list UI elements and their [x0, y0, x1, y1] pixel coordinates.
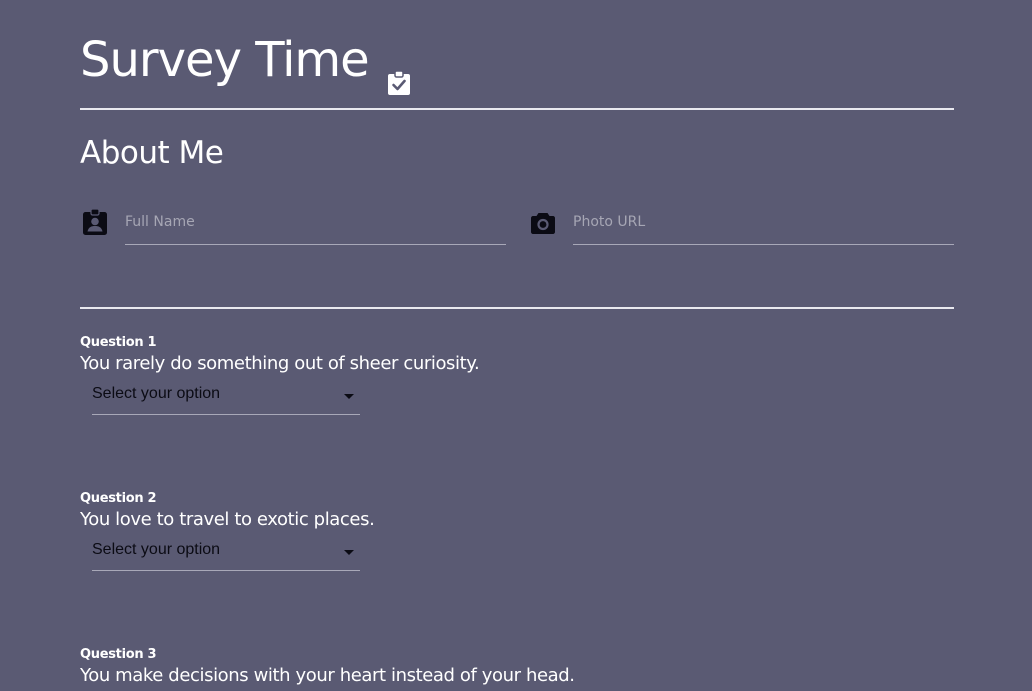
question-text: You love to travel to exotic places. — [80, 509, 375, 530]
question-text: You make decisions with your heart inste… — [80, 665, 575, 686]
question-text: You rarely do something out of sheer cur… — [80, 353, 480, 374]
chevron-down-icon — [344, 550, 354, 555]
photo-url-field — [528, 206, 954, 246]
badge-person-icon — [82, 208, 108, 236]
section-title-about: About Me — [80, 135, 224, 171]
question-label: Question 2 — [80, 491, 157, 506]
page-title: Survey Time — [80, 28, 411, 95]
question-block: Question 2 You love to travel to exotic … — [80, 490, 954, 571]
photo-url-input-wrap — [573, 206, 954, 245]
photo-url-input[interactable] — [573, 206, 954, 238]
question-1-select[interactable]: Select your option — [92, 380, 360, 415]
question-2-select[interactable]: Select your option — [92, 536, 360, 571]
full-name-field — [80, 206, 506, 246]
full-name-input[interactable] — [125, 206, 506, 238]
page-title-text: Survey Time — [80, 32, 370, 88]
question-block: Question 3 You make decisions with your … — [80, 646, 954, 688]
question-block: Question 1 You rarely do something out o… — [80, 334, 954, 415]
full-name-input-wrap — [125, 206, 506, 245]
section-divider — [80, 307, 954, 309]
question-label: Question 1 — [80, 335, 157, 350]
clipboard-check-icon — [387, 48, 411, 95]
chevron-down-icon — [344, 394, 354, 399]
camera-icon — [530, 208, 556, 236]
question-label: Question 3 — [80, 647, 157, 662]
header-divider — [80, 108, 954, 110]
select-value: Select your option — [92, 385, 221, 402]
select-value: Select your option — [92, 541, 221, 558]
